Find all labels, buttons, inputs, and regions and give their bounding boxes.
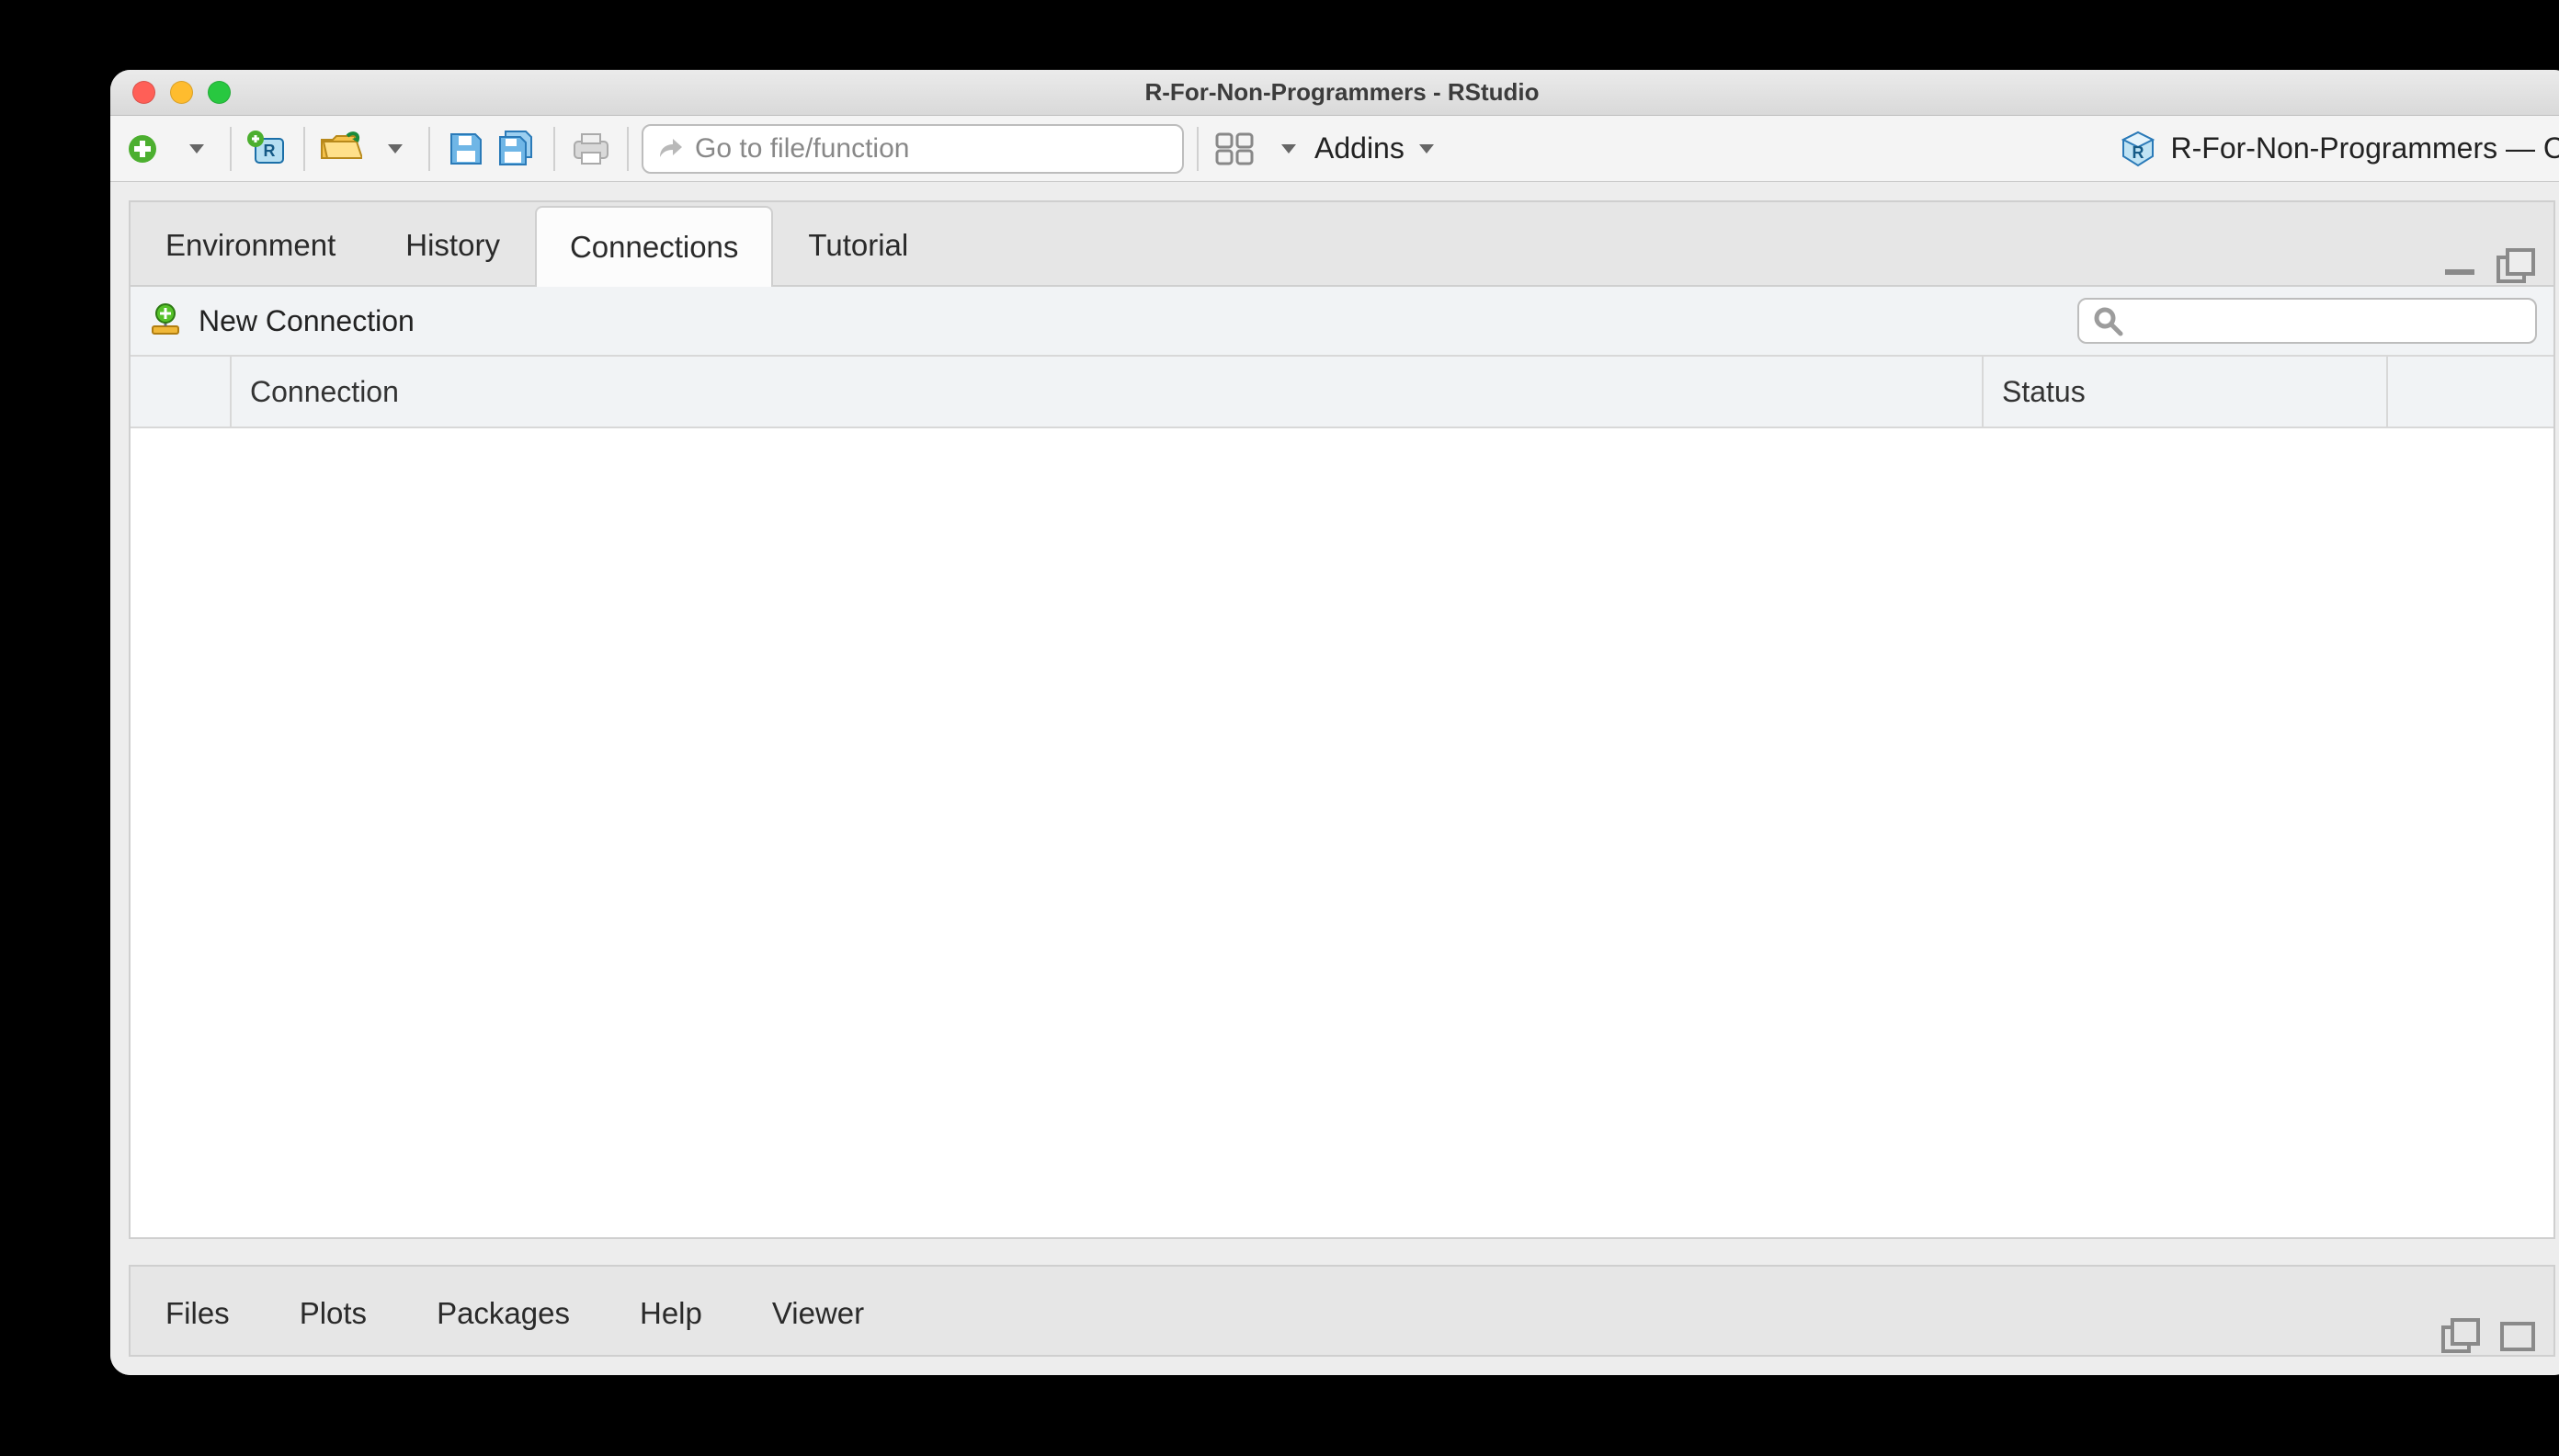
minimize-pane-icon[interactable]	[2441, 255, 2478, 279]
project-cube-icon: R	[2118, 129, 2158, 169]
open-recent-dropdown[interactable]	[370, 126, 415, 172]
plus-circle-icon	[124, 131, 161, 167]
new-file-button[interactable]	[119, 126, 165, 172]
workspace-panes-dropdown[interactable]	[1263, 126, 1309, 172]
tab-tutorial[interactable]: Tutorial	[773, 204, 943, 285]
content-area: Environment History Connections Tutorial	[110, 182, 2559, 1375]
grid-panes-icon	[1215, 132, 1254, 165]
new-project-button[interactable]: R	[245, 126, 290, 172]
search-icon	[2092, 305, 2123, 336]
pane-window-controls	[2441, 248, 2553, 285]
tab-label: Packages	[437, 1296, 570, 1331]
addins-menu[interactable]: Addins	[1314, 131, 1434, 165]
db-plus-icon	[147, 302, 184, 339]
tab-label: Viewer	[772, 1296, 864, 1331]
zoom-window-button[interactable]	[208, 81, 231, 104]
tab-label: Connections	[570, 230, 738, 265]
project-label: R-For-Non-Programmers — C	[2171, 131, 2559, 165]
app-window: R-For-Non-Programmers - RStudio R	[110, 70, 2559, 1375]
pane-window-controls	[2440, 1318, 2553, 1355]
tab-environment[interactable]: Environment	[131, 204, 370, 285]
new-file-dropdown[interactable]	[171, 126, 217, 172]
window-title: R-For-Non-Programmers - RStudio	[110, 78, 2559, 107]
tab-plots[interactable]: Plots	[265, 1270, 402, 1355]
goto-placeholder: Go to file/function	[695, 133, 909, 165]
caret-down-icon	[388, 144, 403, 154]
tab-connections[interactable]: Connections	[535, 206, 773, 287]
tab-history[interactable]: History	[370, 204, 535, 285]
project-menu[interactable]: R R-For-Non-Programmers — C	[2118, 129, 2559, 169]
new-connection-button[interactable]: New Connection	[147, 302, 415, 339]
restore-pane-icon[interactable]	[2440, 1318, 2482, 1355]
floppy-icon	[448, 131, 484, 167]
save-button[interactable]	[443, 126, 489, 172]
open-folder-icon	[320, 131, 362, 167]
separator	[230, 127, 232, 171]
close-window-button[interactable]	[132, 81, 155, 104]
main-toolbar: R	[110, 116, 2559, 182]
column-actions	[2388, 357, 2553, 427]
plus-project-icon: R	[246, 128, 289, 170]
column-handle	[131, 357, 232, 427]
column-status[interactable]: Status	[1984, 357, 2388, 427]
workspace-panes-button[interactable]	[1211, 126, 1257, 172]
connections-grid-header: Connection Status	[131, 357, 2553, 428]
caret-down-icon	[1281, 144, 1296, 154]
top-pane: Environment History Connections Tutorial	[129, 200, 2555, 1239]
tab-label: Files	[165, 1296, 230, 1331]
bottom-pane-tabs: Files Plots Packages Help Viewer	[131, 1267, 2553, 1355]
separator	[428, 127, 430, 171]
column-connection[interactable]: Connection	[232, 357, 1984, 427]
connections-grid-body	[131, 428, 2553, 1237]
tab-label: Environment	[165, 228, 336, 263]
save-all-button[interactable]	[495, 126, 540, 172]
tab-label: Plots	[300, 1296, 367, 1331]
print-button[interactable]	[568, 126, 614, 172]
svg-text:R: R	[264, 142, 276, 160]
tab-files[interactable]: Files	[131, 1270, 265, 1355]
titlebar: R-For-Non-Programmers - RStudio	[110, 70, 2559, 116]
caret-down-icon	[189, 144, 204, 154]
addins-label: Addins	[1314, 131, 1405, 165]
open-file-button[interactable]	[318, 126, 364, 172]
floppy-stack-icon	[496, 130, 539, 168]
tab-label: Help	[640, 1296, 702, 1331]
tab-viewer[interactable]: Viewer	[737, 1270, 899, 1355]
separator	[1197, 127, 1199, 171]
tab-packages[interactable]: Packages	[402, 1270, 605, 1355]
share-arrow-icon	[656, 135, 684, 163]
separator	[553, 127, 555, 171]
separator	[627, 127, 629, 171]
traffic-lights	[132, 81, 231, 104]
bottom-pane: Files Plots Packages Help Viewer	[129, 1265, 2555, 1357]
new-connection-label: New Connection	[199, 304, 415, 338]
caret-down-icon	[1419, 144, 1434, 154]
minimize-window-button[interactable]	[170, 81, 193, 104]
full-pane-icon[interactable]	[2498, 1320, 2537, 1353]
svg-text:R: R	[2132, 143, 2144, 162]
tab-label: History	[405, 228, 500, 263]
tab-label: Tutorial	[808, 228, 908, 263]
column-label: Connection	[250, 375, 399, 409]
separator	[303, 127, 305, 171]
top-pane-tabs: Environment History Connections Tutorial	[131, 202, 2553, 285]
tab-help[interactable]: Help	[605, 1270, 737, 1355]
printer-icon	[571, 131, 611, 167]
connections-search-input[interactable]	[2077, 298, 2537, 344]
connections-toolbar: New Connection	[131, 285, 2553, 357]
goto-file-function-input[interactable]: Go to file/function	[642, 124, 1184, 174]
column-label: Status	[2002, 375, 2086, 409]
maximize-pane-icon[interactable]	[2495, 248, 2537, 285]
